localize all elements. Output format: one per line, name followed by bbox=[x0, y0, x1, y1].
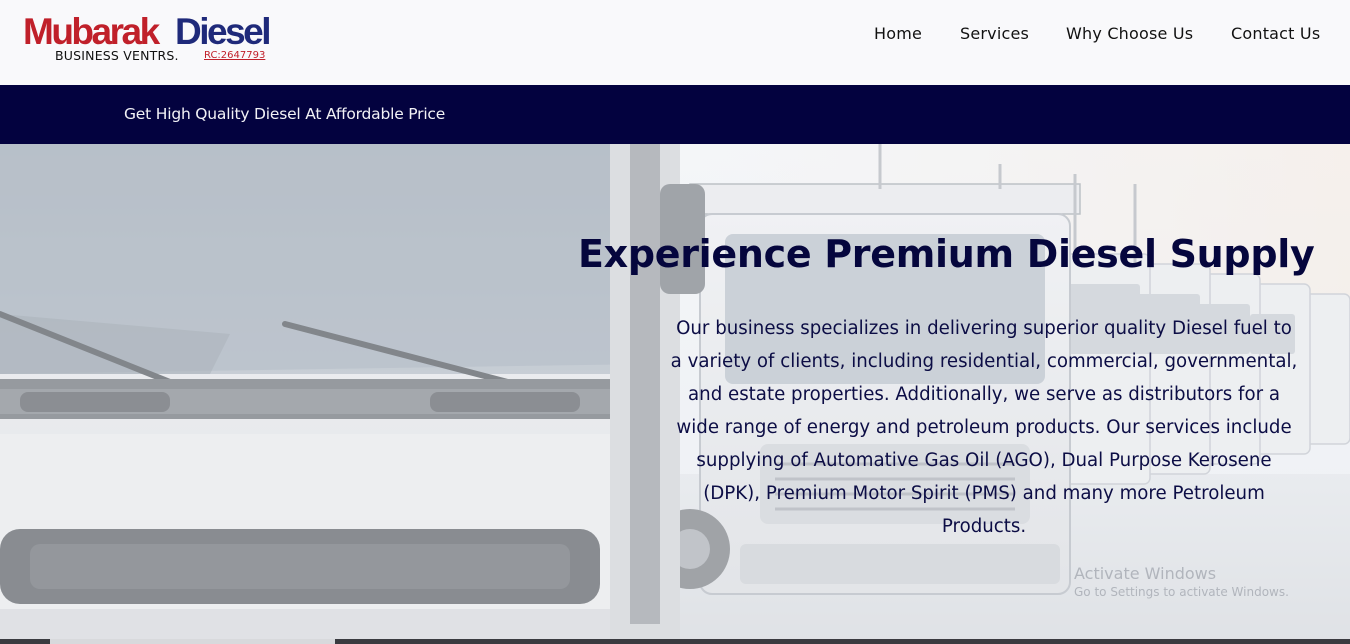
brand-logo[interactable]: Mubarak Diesel BUSINESS VENTRS. RC:26477… bbox=[23, 12, 283, 68]
site-header: Mubarak Diesel BUSINESS VENTRS. RC:26477… bbox=[0, 0, 1350, 85]
hero-description: Our business specializes in delivering s… bbox=[670, 318, 1298, 537]
watermark-line2: Go to Settings to activate Windows. bbox=[1074, 585, 1289, 599]
scrollbar-thumb[interactable] bbox=[50, 639, 335, 644]
nav-why-choose-us[interactable]: Why Choose Us bbox=[1066, 24, 1193, 43]
hero-title: Experience Premium Diesel Supply bbox=[578, 232, 1315, 276]
logo-subtitle: BUSINESS VENTRS. bbox=[55, 48, 179, 63]
promo-banner: Get High Quality Diesel At Affordable Pr… bbox=[0, 85, 1350, 144]
bottom-scrollbar[interactable] bbox=[0, 639, 1350, 644]
logo-rc-number: RC:2647793 bbox=[204, 50, 266, 61]
nav-contact-us[interactable]: Contact Us bbox=[1231, 24, 1320, 43]
logo-name-part2: Diesel bbox=[175, 11, 272, 52]
watermark-line1: Activate Windows bbox=[1074, 564, 1217, 583]
logo-name-part1: Mubarak bbox=[23, 11, 160, 52]
banner-text: Get High Quality Diesel At Affordable Pr… bbox=[124, 105, 446, 123]
hero-section: Experience Premium Diesel Supply Our bus… bbox=[0, 144, 1350, 644]
nav-services[interactable]: Services bbox=[960, 24, 1029, 43]
nav-home[interactable]: Home bbox=[874, 24, 922, 43]
os-activation-watermark: Activate Windows Go to Settings to activ… bbox=[1074, 564, 1289, 599]
